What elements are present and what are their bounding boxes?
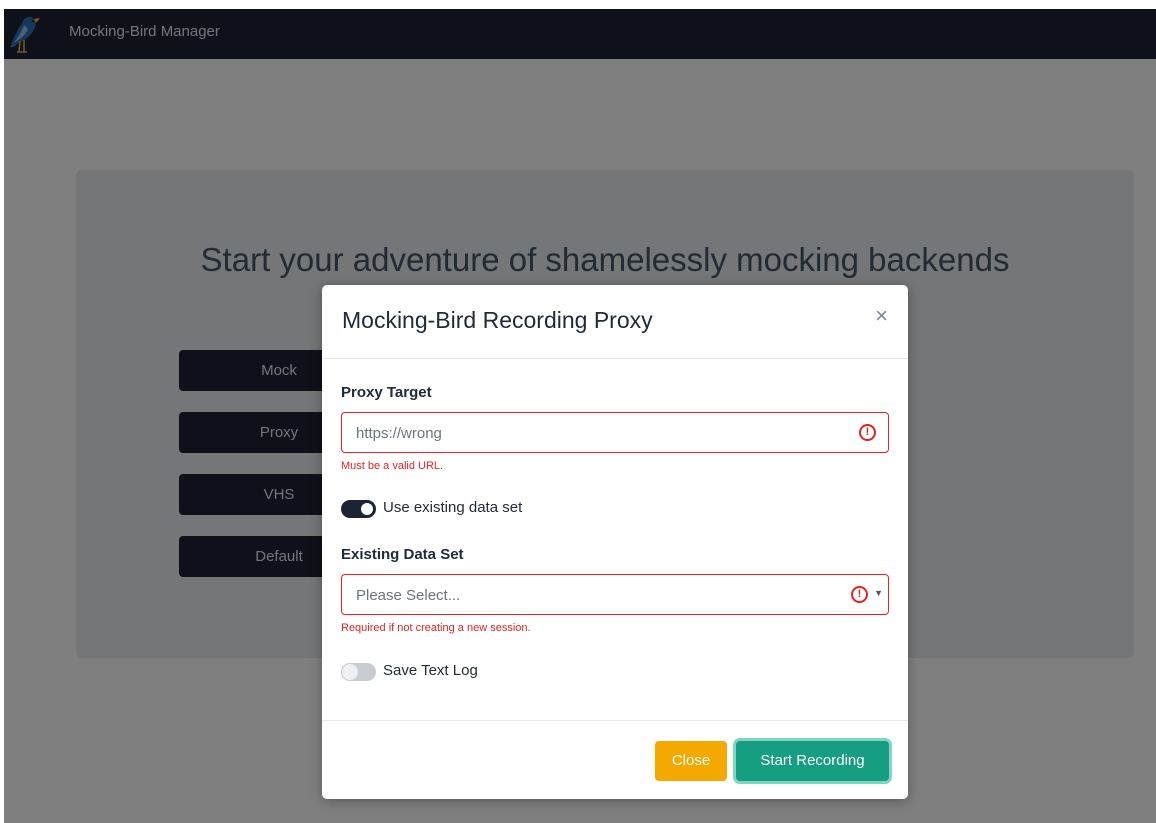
recording-proxy-dialog: Mocking-Bird Recording Proxy × Proxy Tar…	[322, 285, 908, 799]
modal-title: Mocking-Bird Recording Proxy	[342, 307, 653, 333]
existing-data-set-error: Required if not creating a new session.	[341, 622, 531, 634]
app-window: Mocking-Bird Manager Start your adventur…	[4, 9, 1156, 823]
modal-footer: Close Start Recording	[322, 720, 908, 799]
error-icon: !	[851, 586, 868, 603]
error-icon: !	[859, 424, 876, 441]
close-button[interactable]: Close	[655, 741, 727, 781]
proxy-target-input[interactable]: https://wrong !	[341, 412, 889, 453]
close-icon[interactable]: ×	[875, 303, 888, 329]
existing-data-set-label: Existing Data Set	[341, 546, 464, 563]
proxy-target-value: https://wrong	[356, 425, 442, 442]
proxy-target-label: Proxy Target	[341, 384, 432, 401]
modal-body: Proxy Target https://wrong ! Must be a v…	[322, 359, 908, 720]
modal-header: Mocking-Bird Recording Proxy ×	[322, 285, 908, 359]
save-text-log-toggle[interactable]	[341, 663, 376, 681]
chevron-down-icon: ▼	[874, 588, 883, 598]
use-existing-toggle[interactable]	[341, 500, 376, 518]
start-recording-button[interactable]: Start Recording	[736, 741, 889, 781]
toggle-knob	[342, 664, 358, 680]
toggle-knob	[361, 503, 373, 515]
existing-data-set-select[interactable]: Please Select... ! ▼	[341, 574, 889, 615]
save-text-log-label[interactable]: Save Text Log	[383, 662, 478, 679]
use-existing-label[interactable]: Use existing data set	[383, 499, 522, 516]
proxy-target-error: Must be a valid URL.	[341, 460, 444, 472]
existing-data-set-placeholder: Please Select...	[356, 587, 461, 604]
